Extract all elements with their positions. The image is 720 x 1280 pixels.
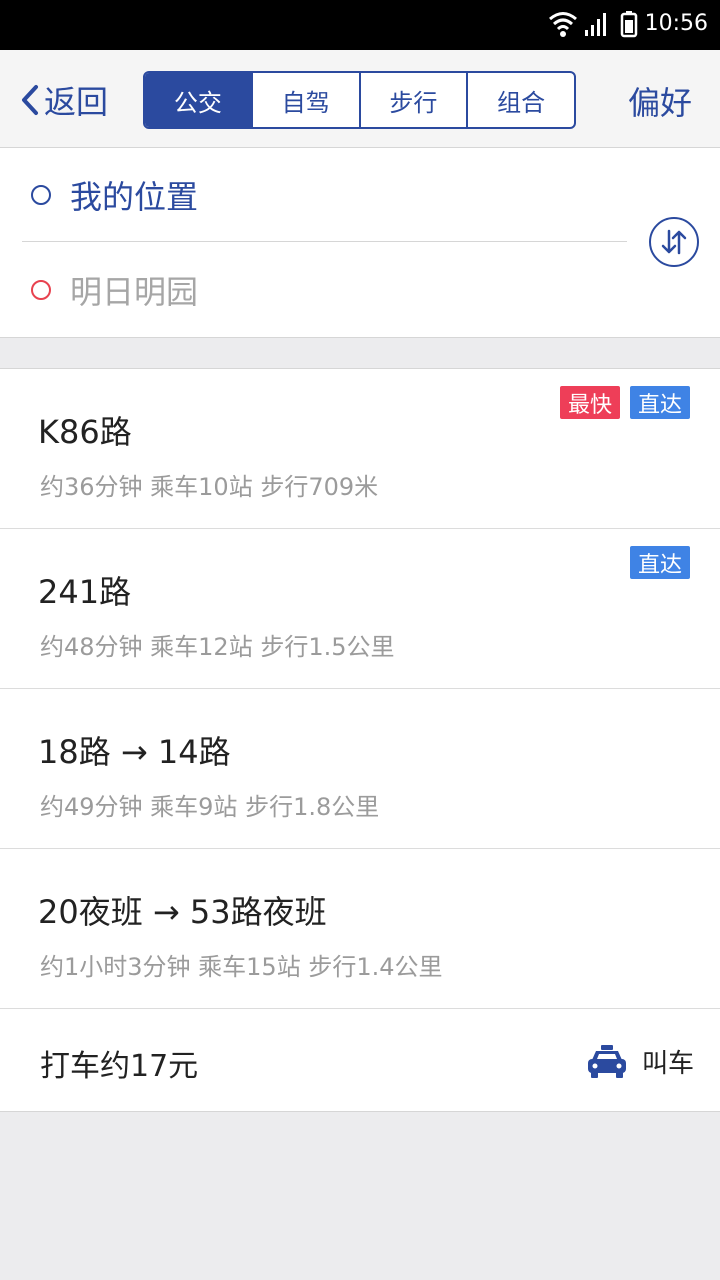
destination-dot-icon [31, 280, 51, 300]
route-list: K86路 约36分钟 乘车10站 步行709米 最快 直达 241路 约48分钟… [0, 368, 720, 1112]
destination-text: 明日明园 [70, 273, 199, 311]
back-button[interactable]: 返回 [20, 78, 108, 122]
direct-badge: 直达 [629, 546, 690, 579]
route-item[interactable]: K86路 约36分钟 乘车10站 步行709米 最快 直达 [0, 369, 720, 529]
battery-icon [620, 11, 638, 38]
taxi-estimate: 打车约17元 [40, 1049, 199, 1084]
route-name: 20夜班 → 53路夜班 [38, 893, 327, 931]
route-item[interactable]: 241路 约48分钟 乘车12站 步行1.5公里 直达 [0, 529, 720, 689]
call-taxi-label: 叫车 [641, 1049, 694, 1079]
preference-button[interactable]: 偏好 [628, 78, 692, 124]
divider [22, 241, 627, 242]
route-item[interactable]: 20夜班 → 53路夜班 约1小时3分钟 乘车15站 步行1.4公里 [0, 849, 720, 1009]
clock: 10:56 [644, 11, 708, 36]
status-bar: 10:56 [0, 0, 720, 50]
fastest-badge: 最快 [559, 386, 620, 419]
signal-icon [585, 13, 606, 36]
back-label: 返回 [44, 83, 109, 121]
route-info: 约49分钟 乘车9站 步行1.8公里 [40, 793, 380, 821]
route-info: 约1小时3分钟 乘车15站 步行1.4公里 [40, 953, 443, 981]
route-name: K86路 [38, 413, 132, 451]
swap-button[interactable] [649, 217, 699, 267]
route-info: 约36分钟 乘车10站 步行709米 [40, 473, 379, 501]
destination-field[interactable]: 明日明园 [0, 243, 640, 337]
direct-badge: 直达 [629, 386, 690, 419]
tab-combined[interactable]: 组合 [466, 73, 574, 127]
tab-bus[interactable]: 公交 [145, 73, 251, 127]
chevron-left-icon [22, 85, 38, 115]
origin-dot-icon [31, 185, 51, 205]
tab-walk[interactable]: 步行 [358, 73, 467, 127]
route-item[interactable]: 18路 → 14路 约49分钟 乘车9站 步行1.8公里 [0, 689, 720, 849]
route-info: 约48分钟 乘车12站 步行1.5公里 [40, 633, 395, 661]
tab-drive[interactable]: 自驾 [250, 73, 359, 127]
route-name: 18路 → 14路 [38, 733, 231, 771]
top-bar: 返回 公交 自驾 步行 组合 偏好 [0, 50, 720, 148]
swap-icon [661, 229, 687, 255]
route-name: 241路 [38, 573, 132, 611]
wifi-icon [549, 12, 577, 37]
origin-destination-panel: 我的位置 明日明园 [0, 148, 720, 338]
origin-field[interactable]: 我的位置 [0, 148, 640, 242]
taxi-row: 打车约17元 叫车 [0, 1009, 720, 1112]
call-taxi-button[interactable]: 叫车 [586, 1043, 694, 1080]
taxi-icon [587, 1044, 626, 1078]
transport-mode-tabs: 公交 自驾 步行 组合 [143, 71, 576, 129]
origin-text: 我的位置 [70, 178, 199, 216]
